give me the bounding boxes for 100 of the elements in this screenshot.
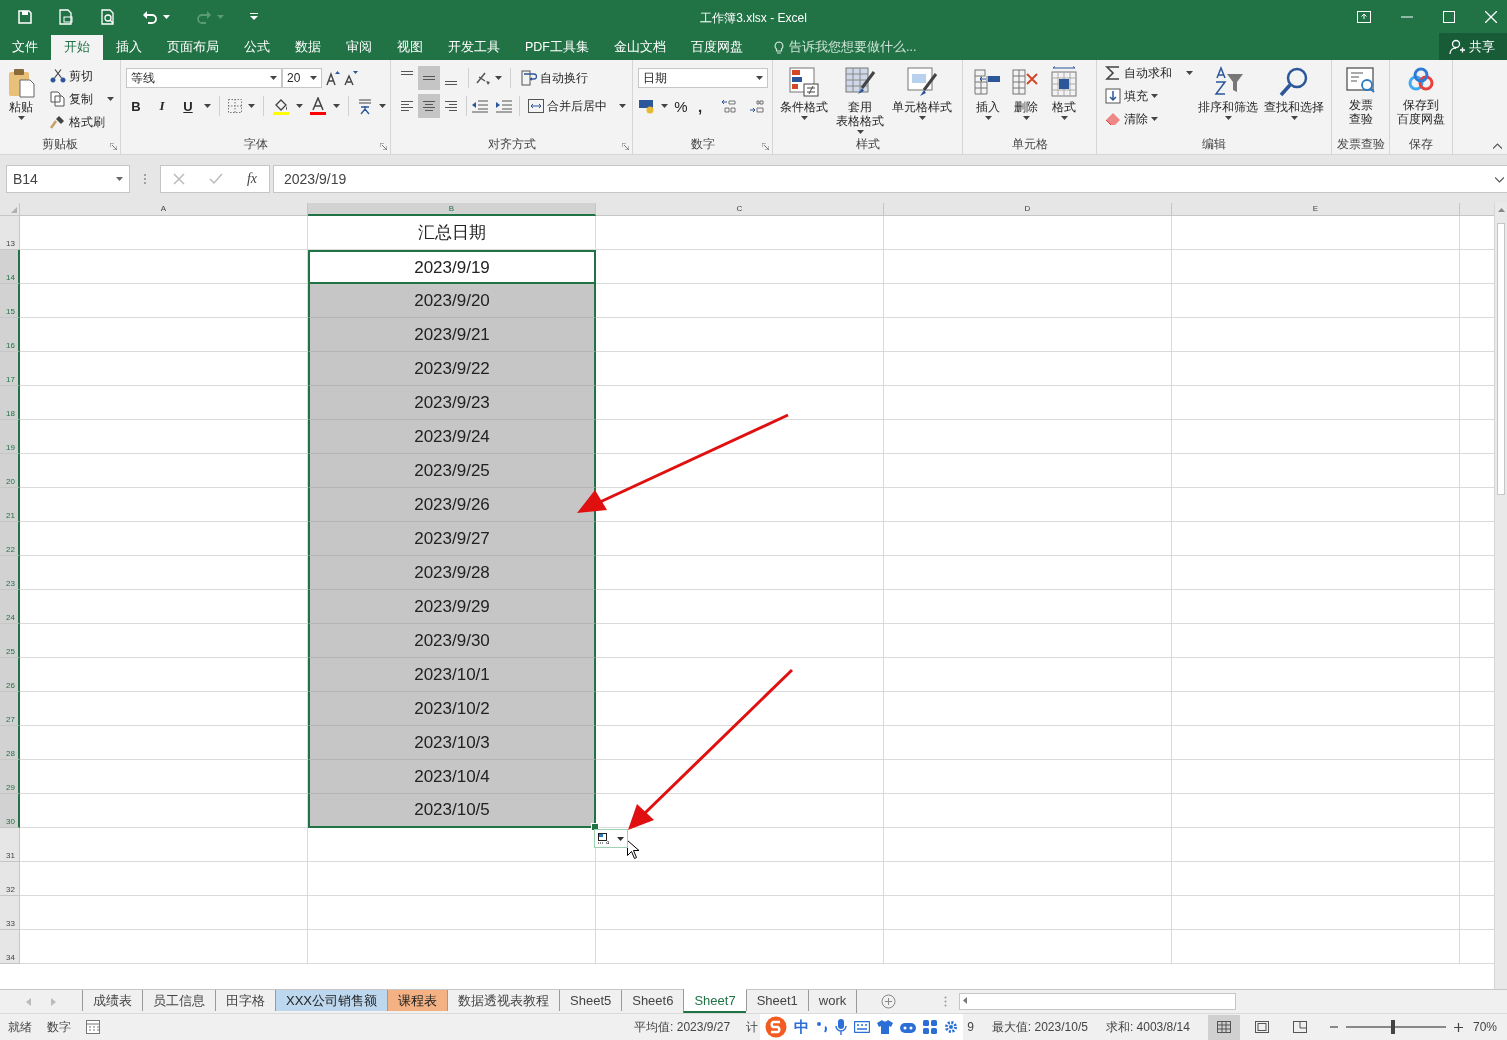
row-header[interactable]: 27: [0, 692, 20, 726]
zoom-slider-thumb[interactable]: [1390, 1020, 1395, 1034]
decrease-decimal-icon[interactable]: [750, 99, 764, 113]
row-header[interactable]: 22: [0, 522, 20, 556]
vertical-scrollbar[interactable]: [1494, 203, 1507, 989]
number-format-field[interactable]: 日期: [638, 68, 768, 88]
ribbon-tab[interactable]: 审阅: [334, 35, 384, 60]
tell-me-field[interactable]: 告诉我您想要做什么...: [774, 35, 917, 60]
cells-button[interactable]: 格式: [1047, 64, 1081, 136]
ribbon-tab[interactable]: 视图: [385, 35, 435, 60]
sheet-tab[interactable]: 成绩表: [82, 990, 142, 1011]
phonetic-guide-icon[interactable]: [357, 97, 373, 115]
drag-handle-icon[interactable]: [944, 996, 948, 1007]
wrap-text-button[interactable]: 自动换行: [519, 67, 590, 89]
style-button[interactable]: 条件格式: [777, 64, 831, 136]
editing-button[interactable]: 排序和筛选: [1195, 64, 1261, 136]
collapse-ribbon-icon[interactable]: [1493, 143, 1502, 149]
minus-icon[interactable]: [1329, 1026, 1338, 1028]
ribbon-tab[interactable]: 插入: [104, 35, 154, 60]
scrollbar-thumb[interactable]: [1497, 223, 1505, 495]
expand-caret-icon[interactable]: [1495, 177, 1504, 183]
undo-icon[interactable]: [142, 9, 158, 24]
row-header[interactable]: 20: [0, 454, 20, 488]
horizontal-scrollbar[interactable]: [959, 993, 1237, 1010]
ribbon-tab[interactable]: 数据: [283, 35, 333, 60]
add-sheet-icon[interactable]: [881, 994, 897, 1009]
invoice-check-button[interactable]: 发票 查验: [1341, 64, 1380, 136]
insert-function-button[interactable]: fx: [246, 171, 257, 187]
editing-button[interactable]: 查找和选择: [1261, 64, 1327, 136]
font-color-icon[interactable]: [309, 97, 327, 115]
fill-color-icon[interactable]: [272, 97, 290, 115]
percent-button[interactable]: %: [673, 97, 689, 115]
macro-record-icon[interactable]: [86, 1020, 100, 1034]
sheet-tab[interactable]: 数据透视表教程: [447, 990, 559, 1011]
column-header[interactable]: E: [1172, 203, 1460, 216]
merge-center-button[interactable]: 合并后居中: [526, 95, 628, 117]
share-button[interactable]: 共享: [1439, 33, 1507, 60]
cells-button[interactable]: 删除: [1009, 64, 1043, 136]
vertical-align-button[interactable]: [418, 66, 440, 90]
row-header[interactable]: 19: [0, 420, 20, 454]
row-header[interactable]: 26: [0, 658, 20, 692]
row-header[interactable]: 21: [0, 488, 20, 522]
save-icon[interactable]: [18, 9, 32, 24]
dialog-launcher-icon[interactable]: [380, 143, 387, 150]
font-style-button[interactable]: B: [126, 98, 146, 114]
clipboard-button[interactable]: 剪切: [48, 65, 116, 87]
name-box[interactable]: B14: [6, 165, 130, 193]
row-header[interactable]: 32: [0, 862, 20, 896]
editing-button[interactable]: 填充: [1103, 85, 1195, 107]
ribbon-tab[interactable]: 金山文档: [602, 35, 678, 60]
column-header[interactable]: D: [884, 203, 1172, 216]
sheet-tab[interactable]: Sheet5: [559, 990, 622, 1011]
row-header[interactable]: 17: [0, 352, 20, 386]
column-header[interactable]: A: [20, 203, 308, 216]
save-to-cloud-button[interactable]: 保存到 百度网盘: [1394, 64, 1448, 136]
row-header[interactable]: 13: [0, 216, 20, 250]
plus-icon[interactable]: [1453, 1022, 1463, 1032]
ribbon-display-icon[interactable]: [1357, 10, 1371, 23]
row-header[interactable]: 23: [0, 556, 20, 590]
row-header[interactable]: 31: [0, 828, 20, 862]
sheet-tab[interactable]: 员工信息: [142, 990, 215, 1011]
zoom-level[interactable]: 70%: [1472, 1020, 1497, 1034]
row-header[interactable]: 15: [0, 284, 20, 318]
ribbon-tab[interactable]: 开始: [51, 35, 103, 60]
document-icon[interactable]: [58, 8, 74, 25]
font-style-button[interactable]: I: [152, 98, 172, 114]
ribbon-tab[interactable]: 公式: [232, 35, 282, 60]
row-header[interactable]: 18: [0, 386, 20, 420]
row-header[interactable]: 28: [0, 726, 20, 760]
maximize-icon[interactable]: [1443, 10, 1455, 23]
drag-handle-icon[interactable]: [143, 173, 147, 185]
editing-button[interactable]: 清除: [1103, 108, 1195, 130]
print-preview-icon[interactable]: [100, 8, 116, 25]
ribbon-tab[interactable]: PDF工具集: [513, 35, 601, 60]
dialog-launcher-icon[interactable]: [622, 143, 629, 150]
sheet-tab[interactable]: 课程表: [387, 990, 447, 1011]
sheet-tab[interactable]: Sheet1: [745, 990, 808, 1011]
increase-font-icon[interactable]: [326, 70, 340, 86]
row-header[interactable]: 25: [0, 624, 20, 658]
row-header[interactable]: 30: [0, 794, 20, 828]
font-name-field[interactable]: 等线: [126, 68, 282, 88]
ime-mode[interactable]: 中: [794, 1017, 810, 1037]
sheet-tab[interactable]: work: [807, 990, 857, 1011]
increase-indent-icon[interactable]: [495, 99, 513, 113]
ime-toolbar[interactable]: 中: [760, 1014, 964, 1040]
style-button[interactable]: 单元格样式: [889, 64, 955, 136]
decrease-indent-icon[interactable]: [471, 99, 489, 113]
sheet-tab[interactable]: Sheet7: [683, 989, 746, 1013]
paste-button[interactable]: 粘贴: [4, 64, 38, 136]
text-orientation-icon[interactable]: [475, 71, 491, 85]
sheet-tab[interactable]: XXX公司销售额: [275, 990, 387, 1011]
dialog-launcher-icon[interactable]: [110, 143, 117, 150]
horizontal-align-button[interactable]: [418, 94, 440, 118]
row-header[interactable]: 29: [0, 760, 20, 794]
font-size-field[interactable]: 20: [282, 68, 322, 88]
row-header[interactable]: 33: [0, 896, 20, 930]
row-header[interactable]: 34: [0, 930, 20, 964]
customize-caret-icon[interactable]: [250, 13, 258, 20]
row-header[interactable]: 14: [0, 250, 20, 284]
editing-button[interactable]: 自动求和: [1103, 62, 1195, 84]
